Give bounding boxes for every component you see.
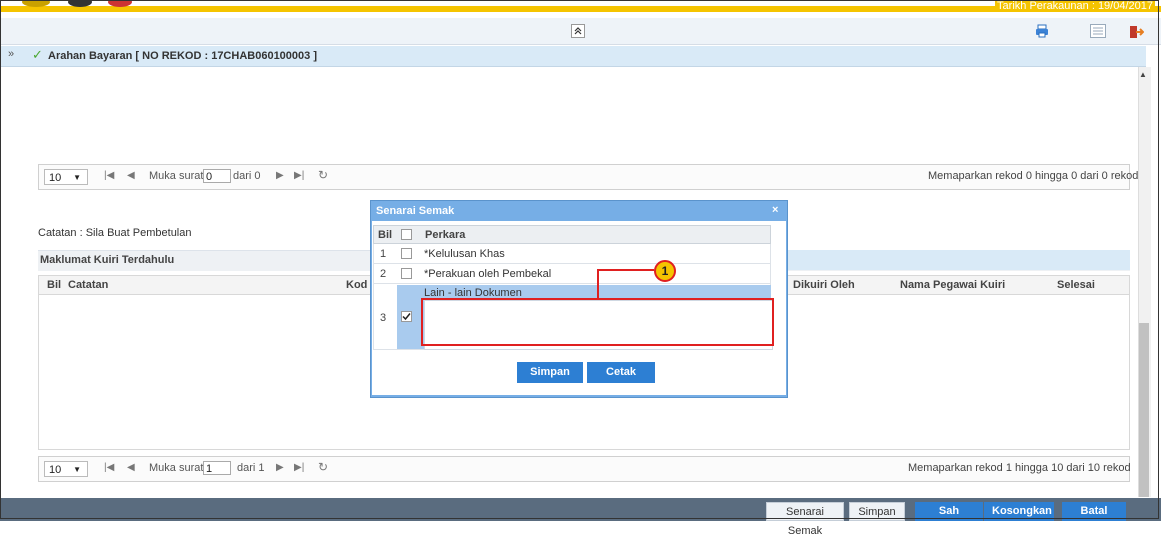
prev-page-icon[interactable]: ◀ [127,170,135,181]
record-info: Memaparkan rekod 1 hingga 10 dari 10 rek… [908,462,1131,474]
senarai-semak-button[interactable]: Senarai Semak [766,502,844,537]
kuiri-header-right [780,250,1130,270]
col-dikuiri-oleh[interactable]: Dikuiri Oleh [793,279,855,291]
row-number: 1 [379,248,387,260]
page-size-value: 10 [49,172,62,184]
close-icon[interactable]: × [772,204,778,216]
kosongkan-button[interactable]: Kosongkan [984,502,1054,521]
prev-page-icon[interactable]: ◀ [127,462,135,473]
row-number: 3 [379,312,387,324]
col-nama-pegawai[interactable]: Nama Pegawai Kuiri [900,279,1005,291]
first-page-icon[interactable]: |◀ [104,170,114,181]
refresh-icon[interactable]: ↻ [318,168,328,182]
accounting-date: Tarikh Perakaunan : 19/04/2017 [995,0,1155,12]
page-size-value: 10 [49,464,62,476]
page-input[interactable]: 0 [203,169,231,183]
row-checkbox-checked[interactable] [401,311,412,322]
select-all-checkbox[interactable] [401,229,412,240]
page-of: dari 1 [237,462,265,474]
first-page-icon[interactable]: |◀ [104,462,114,473]
dialog-title: Senarai Semak [376,205,455,217]
refresh-icon[interactable]: ↻ [318,460,328,474]
chevron-down-icon: ▼ [73,465,81,474]
section-title: Arahan Bayaran [ NO REKOD : 17CHAB060100… [48,50,317,62]
double-chevron-up-icon[interactable] [571,24,585,38]
dialog-simpan-button[interactable]: Simpan [517,362,583,383]
printer-icon[interactable] [1034,24,1050,40]
logo-strip [18,0,138,10]
sah-simpan-button[interactable]: Sah Simpan [915,502,983,536]
row-label: *Perakuan oleh Pembekal [424,268,552,280]
scroll-up-icon[interactable]: ▲ [1139,70,1147,79]
next-page-icon[interactable]: ▶ [276,462,284,473]
next-page-icon[interactable]: ▶ [276,170,284,181]
kuiri-title: Maklumat Kuiri Terdahulu [40,254,175,266]
row-checkbox[interactable] [401,268,412,279]
col-selesai[interactable]: Selesai [1057,279,1095,291]
col-bil: Bil [378,229,393,241]
page-label: Muka surat [149,170,204,182]
batal-button[interactable]: Batal [1062,502,1126,521]
row-number: 2 [379,268,387,280]
last-page-icon[interactable]: ▶| [294,170,304,181]
page-input[interactable]: 1 [203,461,231,475]
callout-number-badge: 1 [654,260,676,282]
list-icon[interactable] [1090,24,1106,40]
catatan-text: Catatan : Sila Buat Pembetulan [38,227,192,239]
page-size-select[interactable]: 10 ▼ [44,169,88,185]
col-bil[interactable]: Bil [47,279,61,291]
scrollbar-thumb[interactable] [1139,323,1149,497]
expand-sidebar-icon[interactable]: » [8,48,14,60]
col-kod[interactable]: Kod [346,279,367,291]
col-catatan[interactable]: Catatan [68,279,108,291]
last-page-icon[interactable]: ▶| [294,462,304,473]
record-info: Memaparkan rekod 0 hingga 0 dari 0 rekod [928,170,1139,182]
chevron-down-icon: ▼ [73,173,81,182]
brand-bar [0,6,1161,12]
callout-line [597,269,599,298]
exit-icon[interactable] [1128,24,1145,40]
row-label: *Kelulusan Khas [424,248,505,260]
simpan-button[interactable]: Simpan [849,502,905,521]
dialog-cetak-button[interactable]: Cetak [587,362,655,383]
callout-line [598,269,654,271]
page-size-select[interactable]: 10 ▼ [44,461,88,477]
page-of: dari 0 [233,170,261,182]
page-label: Muka surat [149,462,204,474]
col-perkara: Perkara [425,229,466,241]
row-checkbox[interactable] [401,248,412,259]
check-icon: ✓ [32,47,43,62]
highlight-box [421,298,774,346]
